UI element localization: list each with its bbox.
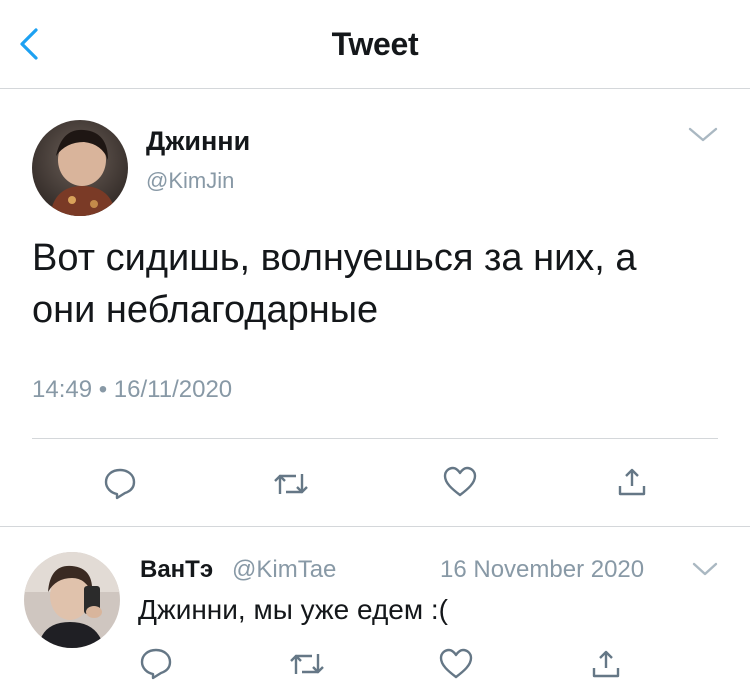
reply-icon [140, 648, 172, 680]
reply-retweet-button[interactable] [288, 648, 326, 680]
tweet-author-name[interactable]: Джинни [146, 126, 250, 157]
tweet-text-line-2: они неблагодарные [32, 289, 379, 331]
top-bar: Tweet [0, 0, 750, 89]
reply-like-button[interactable] [438, 648, 474, 680]
reply-reply-button[interactable] [139, 646, 173, 680]
retweet-icon [274, 474, 308, 494]
share-icon [592, 650, 620, 678]
chevron-down-icon [688, 127, 718, 142]
reply-icon [104, 468, 136, 500]
reply-avatar[interactable] [24, 552, 120, 648]
retweet-button[interactable] [272, 468, 310, 500]
tweet-author-handle[interactable]: @KimJin [146, 168, 234, 194]
reply-author-handle[interactable]: @KimTae [232, 556, 336, 584]
like-icon [443, 466, 477, 497]
reply-date: 16 November 2020 [440, 556, 645, 583]
reply-share-button[interactable] [590, 648, 622, 680]
tweet-menu-button[interactable] [686, 124, 720, 144]
reply-menu-button[interactable] [690, 560, 720, 578]
reply-text: Джинни, мы уже едем :( [138, 594, 449, 625]
reply-button[interactable] [103, 466, 137, 500]
like-button[interactable] [442, 466, 478, 498]
share-icon [618, 468, 646, 496]
tweet-text-line-1: Вот сидишь, волнуешься за них, а [32, 237, 637, 279]
tweet-timestamp: 14:49 • 16/11/2020 [32, 376, 233, 403]
like-icon [439, 648, 473, 679]
share-button[interactable] [616, 466, 648, 498]
section-divider [0, 526, 750, 527]
chevron-down-icon [692, 562, 718, 576]
retweet-icon [290, 654, 324, 674]
page-title: Tweet [331, 26, 419, 62]
reply-author-name[interactable]: ВанТэ [140, 556, 213, 584]
divider [32, 438, 718, 439]
avatar[interactable] [32, 120, 128, 216]
